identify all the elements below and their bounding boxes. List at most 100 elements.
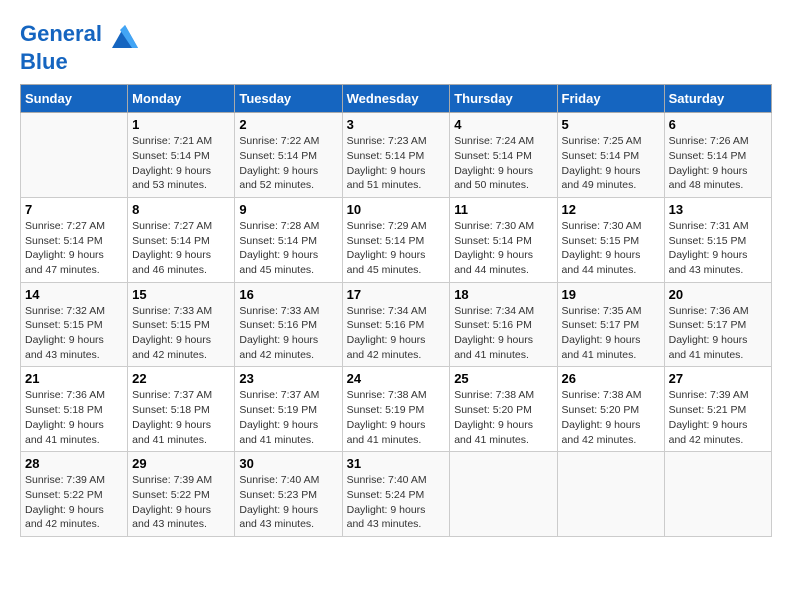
day-number: 6 (669, 117, 767, 132)
calendar-cell: 12 Sunrise: 7:30 AM Sunset: 5:15 PM Dayli… (557, 197, 664, 282)
day-number: 27 (669, 371, 767, 386)
dow-header-tuesday: Tuesday (235, 85, 342, 113)
day-info: Sunrise: 7:34 AM Sunset: 5:16 PM Dayligh… (347, 304, 446, 363)
calendar-cell: 17 Sunrise: 7:34 AM Sunset: 5:16 PM Dayli… (342, 282, 450, 367)
calendar-cell: 21 Sunrise: 7:36 AM Sunset: 5:18 PM Dayli… (21, 367, 128, 452)
day-info: Sunrise: 7:39 AM Sunset: 5:22 PM Dayligh… (132, 473, 230, 532)
day-info: Sunrise: 7:33 AM Sunset: 5:16 PM Dayligh… (239, 304, 337, 363)
calendar-cell (664, 452, 771, 537)
day-number: 3 (347, 117, 446, 132)
calendar-week-3: 14 Sunrise: 7:32 AM Sunset: 5:15 PM Dayli… (21, 282, 772, 367)
day-info: Sunrise: 7:30 AM Sunset: 5:14 PM Dayligh… (454, 219, 552, 278)
calendar-cell: 10Sunrise: 7:29 AM Sunset: 5:14 PM Dayli… (342, 197, 450, 282)
day-info: Sunrise: 7:27 AM Sunset: 5:14 PM Dayligh… (25, 219, 123, 278)
day-number: 29 (132, 456, 230, 471)
calendar-cell: 4 Sunrise: 7:24 AM Sunset: 5:14 PM Daylig… (450, 113, 557, 198)
calendar-cell: 3 Sunrise: 7:23 AM Sunset: 5:14 PM Daylig… (342, 113, 450, 198)
logo-text2: Blue (20, 50, 140, 74)
day-info: Sunrise: 7:27 AM Sunset: 5:14 PM Dayligh… (132, 219, 230, 278)
day-number: 17 (347, 287, 446, 302)
day-info: Sunrise: 7:33 AM Sunset: 5:15 PM Dayligh… (132, 304, 230, 363)
day-info: Sunrise: 7:32 AM Sunset: 5:15 PM Dayligh… (25, 304, 123, 363)
day-info: Sunrise: 7:24 AM Sunset: 5:14 PM Dayligh… (454, 134, 552, 193)
calendar-week-1: 1 Sunrise: 7:21 AM Sunset: 5:14 PM Daylig… (21, 113, 772, 198)
dow-header-saturday: Saturday (664, 85, 771, 113)
day-number: 9 (239, 202, 337, 217)
day-number: 15 (132, 287, 230, 302)
calendar-cell: 27 Sunrise: 7:39 AM Sunset: 5:21 PM Dayli… (664, 367, 771, 452)
day-number: 26 (562, 371, 660, 386)
calendar-cell: 24Sunrise: 7:38 AM Sunset: 5:19 PM Dayli… (342, 367, 450, 452)
day-number: 10 (347, 202, 446, 217)
day-info: Sunrise: 7:37 AM Sunset: 5:18 PM Dayligh… (132, 388, 230, 447)
calendar-cell: 13 Sunrise: 7:31 AM Sunset: 5:15 PM Dayli… (664, 197, 771, 282)
day-number: 23 (239, 371, 337, 386)
day-info: Sunrise: 7:21 AM Sunset: 5:14 PM Dayligh… (132, 134, 230, 193)
calendar-cell: 23 Sunrise: 7:37 AM Sunset: 5:19 PM Dayli… (235, 367, 342, 452)
day-number: 7 (25, 202, 123, 217)
calendar-cell: 18Sunrise: 7:34 AM Sunset: 5:16 PM Dayli… (450, 282, 557, 367)
day-number: 13 (669, 202, 767, 217)
calendar-cell: 2 Sunrise: 7:22 AM Sunset: 5:14 PM Daylig… (235, 113, 342, 198)
day-number: 1 (132, 117, 230, 132)
calendar-cell: 5Sunrise: 7:25 AM Sunset: 5:14 PM Daylig… (557, 113, 664, 198)
day-number: 21 (25, 371, 123, 386)
day-info: Sunrise: 7:40 AM Sunset: 5:24 PM Dayligh… (347, 473, 446, 532)
calendar-cell (557, 452, 664, 537)
day-info: Sunrise: 7:36 AM Sunset: 5:18 PM Dayligh… (25, 388, 123, 447)
day-number: 22 (132, 371, 230, 386)
day-info: Sunrise: 7:23 AM Sunset: 5:14 PM Dayligh… (347, 134, 446, 193)
calendar-week-2: 7 Sunrise: 7:27 AM Sunset: 5:14 PM Daylig… (21, 197, 772, 282)
logo: General Blue (20, 20, 140, 74)
calendar-cell (450, 452, 557, 537)
calendar-cell: 28Sunrise: 7:39 AM Sunset: 5:22 PM Dayli… (21, 452, 128, 537)
day-info: Sunrise: 7:26 AM Sunset: 5:14 PM Dayligh… (669, 134, 767, 193)
calendar-cell: 22 Sunrise: 7:37 AM Sunset: 5:18 PM Dayli… (128, 367, 235, 452)
day-info: Sunrise: 7:38 AM Sunset: 5:20 PM Dayligh… (562, 388, 660, 447)
day-info: Sunrise: 7:28 AM Sunset: 5:14 PM Dayligh… (239, 219, 337, 278)
day-info: Sunrise: 7:31 AM Sunset: 5:15 PM Dayligh… (669, 219, 767, 278)
day-number: 19 (562, 287, 660, 302)
dow-header-sunday: Sunday (21, 85, 128, 113)
day-number: 2 (239, 117, 337, 132)
day-info: Sunrise: 7:36 AM Sunset: 5:17 PM Dayligh… (669, 304, 767, 363)
calendar-week-4: 21 Sunrise: 7:36 AM Sunset: 5:18 PM Dayli… (21, 367, 772, 452)
calendar-cell: 19 Sunrise: 7:35 AM Sunset: 5:17 PM Dayli… (557, 282, 664, 367)
day-info: Sunrise: 7:35 AM Sunset: 5:17 PM Dayligh… (562, 304, 660, 363)
day-number: 24 (347, 371, 446, 386)
calendar-cell: 16 Sunrise: 7:33 AM Sunset: 5:16 PM Dayli… (235, 282, 342, 367)
day-number: 18 (454, 287, 552, 302)
day-number: 12 (562, 202, 660, 217)
calendar-cell: 20 Sunrise: 7:36 AM Sunset: 5:17 PM Dayli… (664, 282, 771, 367)
day-number: 28 (25, 456, 123, 471)
page-header: General Blue (20, 20, 772, 74)
day-info: Sunrise: 7:25 AM Sunset: 5:14 PM Dayligh… (562, 134, 660, 193)
day-info: Sunrise: 7:40 AM Sunset: 5:23 PM Dayligh… (239, 473, 337, 532)
day-number: 25 (454, 371, 552, 386)
calendar-cell: 9 Sunrise: 7:28 AM Sunset: 5:14 PM Daylig… (235, 197, 342, 282)
dow-header-thursday: Thursday (450, 85, 557, 113)
day-info: Sunrise: 7:30 AM Sunset: 5:15 PM Dayligh… (562, 219, 660, 278)
calendar-table: SundayMondayTuesdayWednesdayThursdayFrid… (20, 84, 772, 537)
calendar-cell: 30 Sunrise: 7:40 AM Sunset: 5:23 PM Dayli… (235, 452, 342, 537)
day-number: 30 (239, 456, 337, 471)
day-number: 16 (239, 287, 337, 302)
calendar-cell: 8Sunrise: 7:27 AM Sunset: 5:14 PM Daylig… (128, 197, 235, 282)
calendar-cell: 29 Sunrise: 7:39 AM Sunset: 5:22 PM Dayli… (128, 452, 235, 537)
day-info: Sunrise: 7:37 AM Sunset: 5:19 PM Dayligh… (239, 388, 337, 447)
calendar-week-5: 28 Sunrise: 7:39 AM Sunset: 5:22 PM Dayli… (21, 452, 772, 537)
day-number: 31 (347, 456, 446, 471)
day-number: 20 (669, 287, 767, 302)
dow-header-monday: Monday (128, 85, 235, 113)
day-info: Sunrise: 7:39 AM Sunset: 5:21 PM Dayligh… (669, 388, 767, 447)
calendar-cell: 25 Sunrise: 7:38 AM Sunset: 5:20 PM Dayli… (450, 367, 557, 452)
calendar-cell: 15 Sunrise: 7:33 AM Sunset: 5:15 PM Dayli… (128, 282, 235, 367)
day-info: Sunrise: 7:22 AM Sunset: 5:14 PM Dayligh… (239, 134, 337, 193)
calendar-cell: 7 Sunrise: 7:27 AM Sunset: 5:14 PM Daylig… (21, 197, 128, 282)
day-number: 14 (25, 287, 123, 302)
calendar-body: 1 Sunrise: 7:21 AM Sunset: 5:14 PM Daylig… (21, 113, 772, 537)
dow-header-friday: Friday (557, 85, 664, 113)
day-number: 4 (454, 117, 552, 132)
day-info: Sunrise: 7:38 AM Sunset: 5:20 PM Dayligh… (454, 388, 552, 447)
dow-header-wednesday: Wednesday (342, 85, 450, 113)
